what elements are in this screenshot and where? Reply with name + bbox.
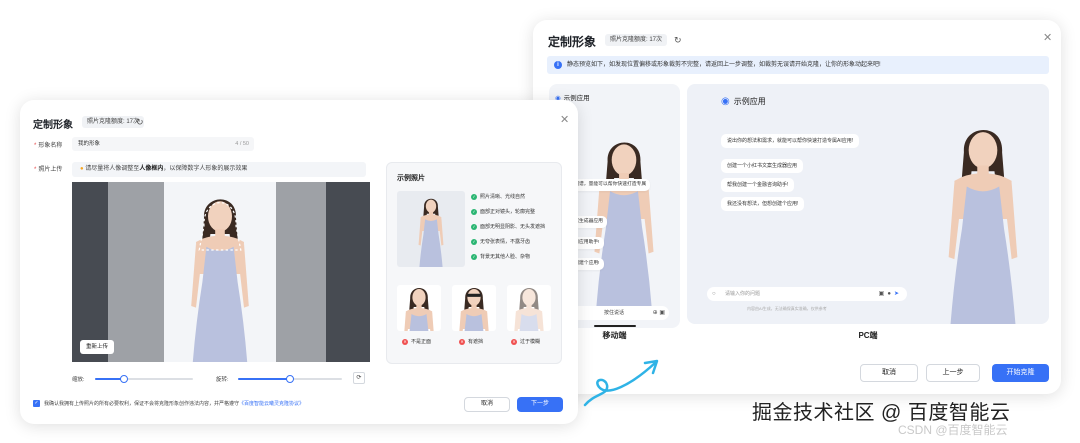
rule-item: ✓ 面部无明显阴影、无头发遮挡: [471, 223, 546, 230]
check-icon: ✓: [471, 238, 477, 245]
quota-badge: 照片克隆额度: 17次: [605, 34, 668, 46]
chat-bubble: 说出你的想法和需求，就能可以帮你快速打造专属AI应用!: [721, 134, 860, 148]
name-label: * 形象名称: [34, 143, 63, 149]
prev-step-button[interactable]: 上一步: [926, 364, 980, 382]
rotate-slider-handle[interactable]: [286, 375, 294, 383]
cancel-button[interactable]: 取消: [860, 364, 918, 382]
bad-example-photo: [397, 285, 441, 331]
bad-example-photo: [452, 285, 496, 331]
refresh-icon[interactable]: ↻: [136, 116, 144, 128]
zoom-slider-handle[interactable]: [120, 375, 129, 383]
agreement-row: ✓ 我确认我拥有上传照片的所有必要权利，保证不会将克隆形象创作违法内容，并严格遵守…: [33, 400, 305, 408]
start-clone-button[interactable]: 开始克隆: [992, 364, 1049, 382]
pc-chat-input[interactable]: ○ 请输入你的问题 ▣●➤: [707, 287, 907, 301]
chat-bubble: 帮我创建一个金融咨询助手!: [721, 178, 795, 192]
check-icon: ✓: [471, 208, 477, 215]
photo-tip: ● 请尽量将人像调整至人像框内，以保障数字人形象的展示效果: [72, 162, 366, 177]
pc-disclaimer: 内容由AI生成，无法确保真实准确，仅供参考: [747, 306, 827, 311]
agreement-checkbox[interactable]: ✓: [33, 400, 40, 408]
robot-icon: ◉: [721, 96, 730, 107]
zoom-slider[interactable]: [95, 375, 193, 383]
reupload-button[interactable]: 重新上传: [80, 340, 115, 354]
rule-item: ✓ 面部正对镜头，轮廓完整: [471, 208, 536, 215]
pc-preview: ◉ 示例应用 说出你的想法和需求，就能可以帮你快速打造专属AI应用! 创建一个小红…: [687, 84, 1049, 324]
bad-label: ✕ 过于模糊: [511, 338, 541, 345]
bulb-icon: ●: [80, 166, 84, 172]
chat-bubble: 创建一个小红书文案生成器应用: [721, 159, 804, 173]
next-button[interactable]: 下一步: [517, 397, 563, 412]
close-icon[interactable]: ✕: [1043, 32, 1052, 44]
voice-icon[interactable]: ○: [712, 287, 716, 301]
rotate-slider[interactable]: [238, 375, 342, 383]
pc-app-header: ◉ 示例应用: [721, 96, 766, 107]
quota-badge: 照片克隆额度: 17次: [82, 116, 145, 128]
dialog-title: 定制形象: [548, 35, 597, 49]
x-icon: ✕: [511, 338, 517, 345]
zoom-label: 缩放:: [72, 377, 85, 383]
rotate-slider-fill: [238, 378, 290, 380]
bad-example-photo: [507, 285, 551, 331]
photo-crop-area[interactable]: 重新上传: [72, 182, 370, 362]
avatar-image: [933, 114, 1033, 324]
check-icon: ✓: [471, 253, 477, 260]
add-icon[interactable]: ⊕ ▣: [653, 306, 665, 320]
example-title: 示例照片: [397, 175, 425, 182]
notice-text: 静态预览如下，如发现位置偏移或形象裁剪不完整，请返回上一步调整，如裁剪无误请开始…: [567, 62, 881, 68]
refresh-icon[interactable]: ↻: [674, 34, 682, 46]
example-photos-panel: 示例照片 ✓ 照片清晰、光线自然 ✓ 面部正对镜头，轮廓完整 ✓ 面部无明显阴影、无头…: [386, 162, 562, 364]
check-icon: ✓: [471, 223, 477, 230]
rotate-icon[interactable]: ⟳: [353, 372, 365, 384]
agreement-link[interactable]: 《百度智能云曦灵克隆协议》: [239, 401, 304, 407]
chat-bubble: 我还没有想法，但想创建个应用!: [721, 197, 805, 211]
bad-label: ✕ 有遮挡: [459, 338, 484, 345]
rule-item: ✓ 照片清晰、光线自然: [471, 193, 526, 200]
uploaded-photo: [180, 186, 260, 362]
home-indicator: [594, 325, 636, 327]
rule-item: ✓ 无夸张表情，不露牙齿: [471, 238, 531, 245]
cancel-button[interactable]: 取消: [464, 397, 510, 412]
rule-item: ✓ 背景无其他人脸、杂物: [471, 253, 531, 260]
watermark-csdn: CSDN @百度智能云: [898, 423, 1008, 437]
pc-caption: PC端: [858, 331, 878, 340]
name-field[interactable]: 我的形象 4 / 50: [72, 137, 254, 151]
close-icon[interactable]: ✕: [560, 114, 569, 126]
char-count: 4 / 50: [235, 141, 249, 147]
arrow-icon: [583, 359, 659, 407]
photo-label: * 照片上传: [34, 167, 63, 173]
upload-dialog: 定制形象 照片克隆额度: 17次 ↻ ✕ * 形象名称 我的形象 4 / 50 *…: [20, 100, 578, 424]
good-example-photo: [397, 191, 465, 267]
notice-banner: i 静态预览如下，如发现位置偏移或形象裁剪不完整，请返回上一步调整，如裁剪无误请…: [547, 56, 1049, 74]
dialog-title: 定制形象: [33, 120, 73, 131]
info-icon: i: [554, 61, 562, 69]
preview-dialog: 定制形象 照片克隆额度: 17次 ↻ ✕ i 静态预览如下，如发现位置偏移或形象…: [533, 20, 1061, 394]
x-icon: ✕: [459, 338, 465, 345]
rotate-label: 旋转:: [216, 377, 229, 383]
check-icon: ✓: [471, 193, 477, 200]
send-icon[interactable]: ▣●➤: [879, 287, 902, 301]
bad-label: ✕ 不是正面: [402, 338, 432, 345]
x-icon: ✕: [402, 338, 408, 345]
